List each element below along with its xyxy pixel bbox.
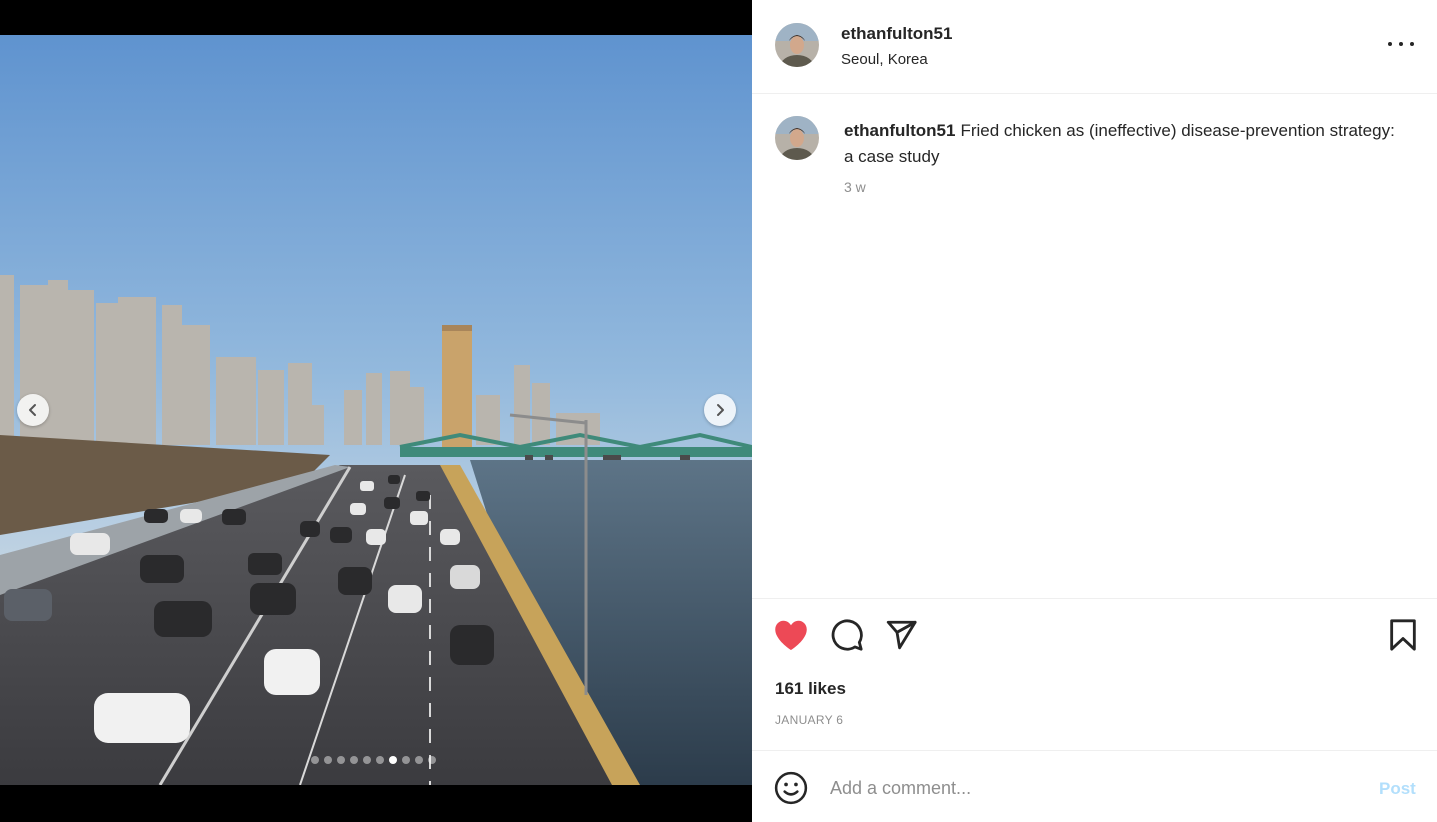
carousel-dot [389,756,397,764]
caption-avatar[interactable] [775,116,819,160]
save-button[interactable] [1388,618,1418,652]
like-button[interactable] [773,618,809,652]
carousel-dot [402,756,410,764]
carousel-dot [376,756,384,764]
carousel-prev-button[interactable] [17,394,49,426]
carousel-dot [350,756,358,764]
heart-filled-icon [775,620,807,650]
carousel-dot [324,756,332,764]
likes-count[interactable]: 161 likes [775,679,846,699]
caption-text: ethanfulton51 Fried chicken as (ineffecti… [844,118,1404,170]
paper-plane-icon [886,620,917,650]
more-dot-icon [1410,42,1414,46]
post-comment-button[interactable]: Post [1379,779,1416,799]
more-dot-icon [1388,42,1392,46]
emoji-button[interactable] [774,771,808,805]
caption-comment: ethanfulton51 Fried chicken as (ineffecti… [752,94,1437,598]
comment-input[interactable] [830,773,1350,803]
post-photo [0,35,752,785]
share-button[interactable] [884,618,918,652]
chevron-right-icon [717,404,724,416]
carousel-indicator [311,756,436,764]
smiley-icon [774,771,808,805]
author-username[interactable]: ethanfulton51 [841,24,952,44]
post-date[interactable]: JANUARY 6 [775,713,843,727]
carousel-dot [311,756,319,764]
author-avatar[interactable] [775,23,819,67]
post-location[interactable]: Seoul, Korea [841,51,928,68]
post-media-viewer [0,0,752,822]
carousel-next-button[interactable] [704,394,736,426]
post-detail-panel: ethanfulton51 Seoul, Korea ethanfulton51… [752,0,1437,822]
carousel-dot [337,756,345,764]
carousel-dot [415,756,423,764]
carousel-dot [428,756,436,764]
chevron-left-icon [29,404,36,416]
post-header: ethanfulton51 Seoul, Korea [752,0,1437,94]
more-options-button[interactable] [1388,36,1414,52]
more-dot-icon [1399,42,1403,46]
comment-button[interactable] [830,618,864,652]
carousel-dot [363,756,371,764]
comment-bubble-icon [831,619,863,651]
bookmark-icon [1390,619,1416,651]
caption-time[interactable]: 3 w [844,179,866,195]
add-comment-bar: Post [752,751,1437,822]
caption-username[interactable]: ethanfulton51 [844,121,955,140]
post-actions: 161 likes JANUARY 6 [752,598,1437,751]
